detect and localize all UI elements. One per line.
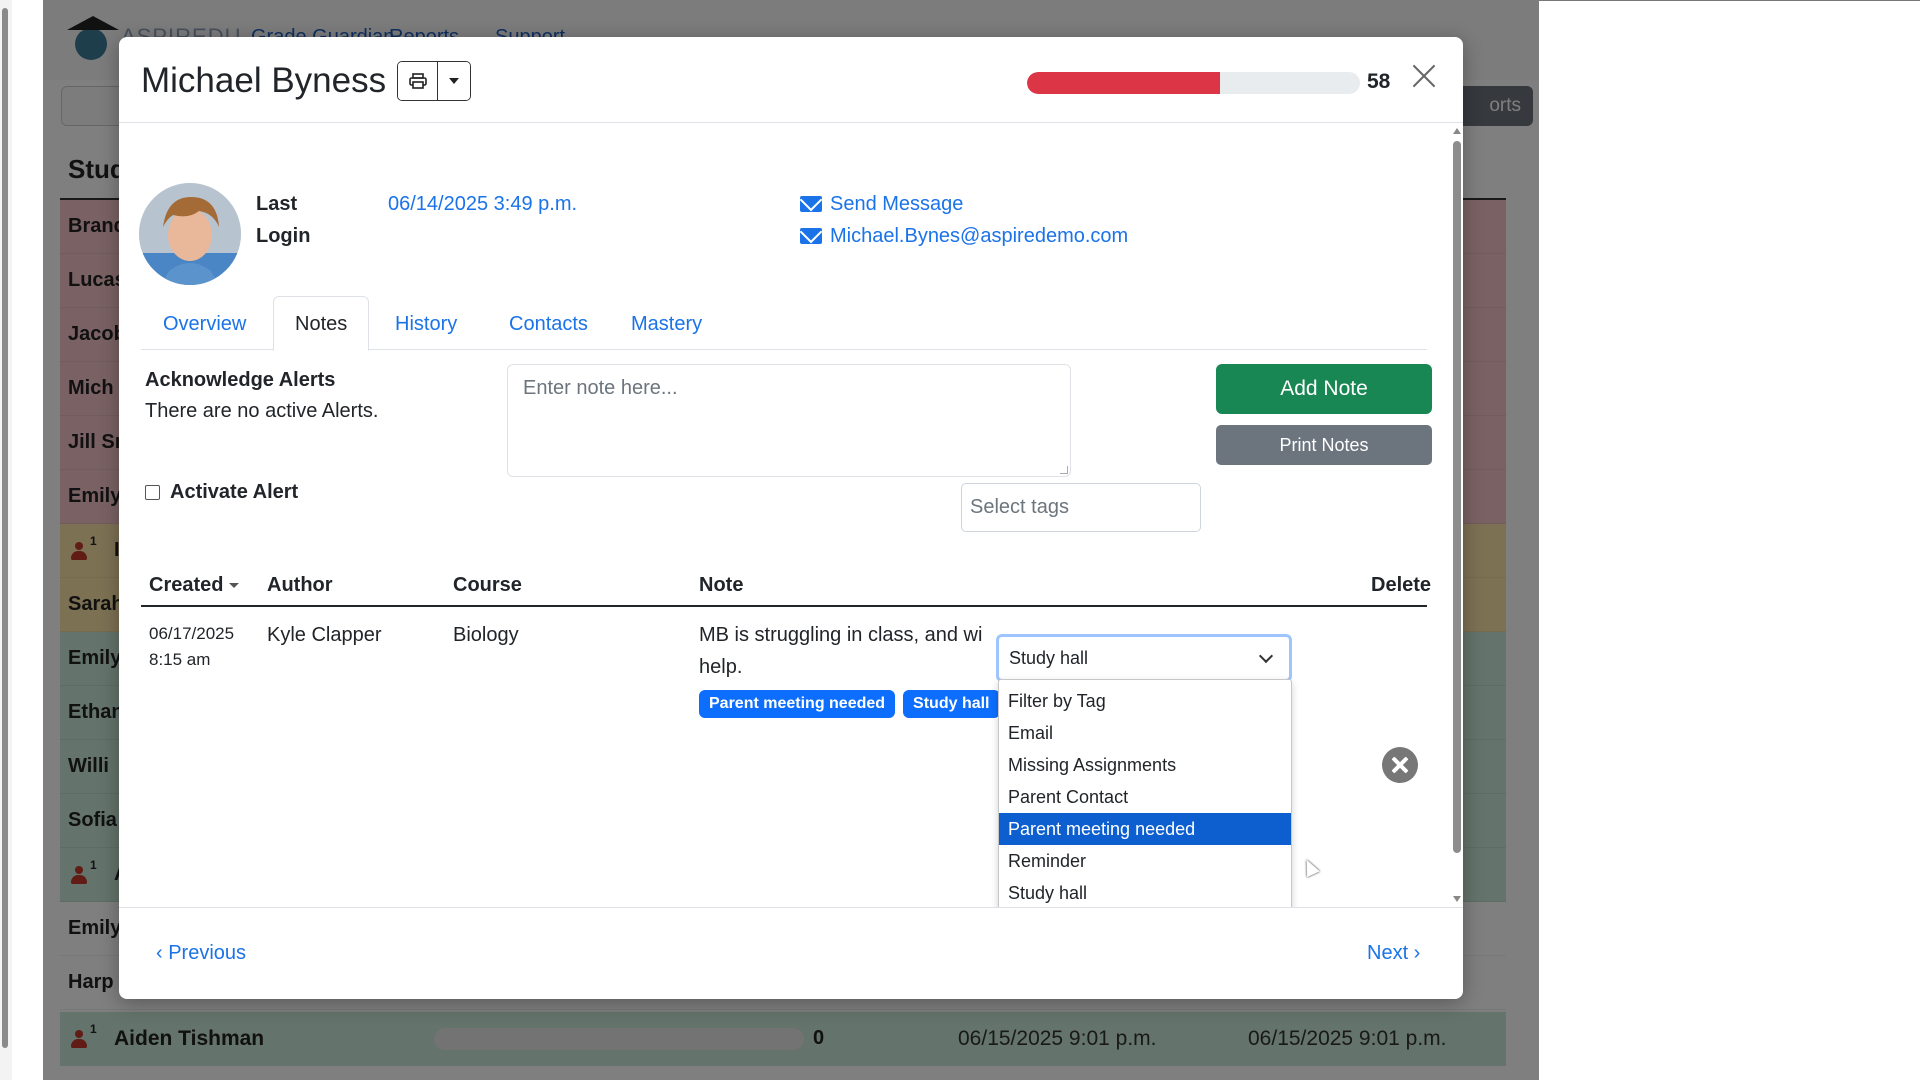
tab-notes[interactable]: Notes bbox=[273, 296, 370, 351]
note-date: 06/17/2025 bbox=[149, 624, 235, 643]
chevron-down-icon bbox=[1258, 648, 1274, 664]
modal-body: Last Login 06/14/2025 3:49 p.m. Send Mes… bbox=[119, 124, 1463, 907]
scroll-up-icon[interactable] bbox=[1453, 128, 1461, 134]
header-created[interactable]: Created bbox=[149, 574, 240, 597]
modal-scrollbar-thumb[interactable] bbox=[1453, 141, 1461, 853]
email-address[interactable]: Michael.Bynes@aspiredemo.com bbox=[830, 220, 1128, 252]
send-message-label[interactable]: Send Message bbox=[830, 188, 963, 220]
tab-history[interactable]: History bbox=[373, 296, 479, 350]
activate-alert-label[interactable]: Activate Alert bbox=[170, 481, 298, 504]
header-note: Note bbox=[699, 574, 744, 596]
page-scrollbar[interactable] bbox=[0, 0, 12, 1080]
tag-badge-study-hall: Study hall bbox=[903, 690, 1000, 718]
filter-option[interactable]: Reminder bbox=[999, 845, 1291, 877]
scroll-down-icon[interactable] bbox=[1453, 896, 1461, 902]
note-placeholder: Enter note here... bbox=[523, 377, 678, 399]
mouse-cursor-icon bbox=[1300, 856, 1320, 878]
note-course: Biology bbox=[453, 624, 519, 646]
select-tags-input[interactable]: Select tags bbox=[961, 483, 1201, 532]
modal-tabs: Overview Notes History Contacts Mastery bbox=[141, 296, 1427, 351]
note-text-line1: MB is struggling in class, and wi bbox=[699, 624, 983, 646]
printer-icon bbox=[408, 73, 427, 89]
filter-option[interactable]: Filter by Tag bbox=[999, 685, 1291, 717]
add-note-button[interactable]: Add Note bbox=[1216, 364, 1432, 414]
modal-title: Michael Byness bbox=[141, 61, 387, 100]
note-time: 8:15 am bbox=[149, 650, 211, 669]
filter-option[interactable]: Study hall bbox=[999, 877, 1291, 907]
filter-by-tag-select[interactable]: Study hall bbox=[996, 634, 1292, 682]
note-text-line2: help. bbox=[699, 656, 743, 678]
acknowledge-alerts-text: There are no active Alerts. bbox=[145, 400, 379, 422]
modal-footer: ‹ Previous Next › bbox=[119, 907, 1463, 999]
tab-mastery[interactable]: Mastery bbox=[609, 296, 724, 350]
modal-scrollbar[interactable] bbox=[1451, 124, 1463, 907]
activate-alert-checkbox[interactable] bbox=[145, 485, 160, 500]
filter-option[interactable]: Parent meeting needed bbox=[999, 813, 1291, 845]
print-button-group bbox=[397, 61, 471, 101]
top-divider bbox=[1539, 0, 1920, 1]
filter-option[interactable]: Email bbox=[999, 717, 1291, 749]
modal-header: Michael Byness 58 bbox=[119, 37, 1463, 123]
delete-note-icon[interactable] bbox=[1382, 747, 1418, 783]
envelope-icon bbox=[800, 196, 822, 212]
resize-handle-icon[interactable] bbox=[1060, 466, 1068, 474]
send-message-link[interactable]: Send Message bbox=[800, 188, 963, 220]
score-value: 58 bbox=[1367, 70, 1391, 93]
previous-link[interactable]: ‹ Previous bbox=[156, 942, 246, 965]
tab-contacts[interactable]: Contacts bbox=[487, 296, 610, 350]
close-icon[interactable] bbox=[1409, 61, 1439, 91]
student-modal: Michael Byness 58 Last Login 06/14/2025 … bbox=[119, 37, 1463, 999]
filter-option[interactable]: Parent Contact bbox=[999, 781, 1291, 813]
email-link[interactable]: Michael.Bynes@aspiredemo.com bbox=[800, 220, 1128, 252]
filter-selected-value: Study hall bbox=[1009, 648, 1089, 668]
score-progress-fill bbox=[1027, 72, 1221, 94]
tab-overview[interactable]: Overview bbox=[141, 296, 268, 350]
header-course: Course bbox=[453, 574, 522, 596]
next-link[interactable]: Next › bbox=[1367, 942, 1420, 965]
last-login-label: Last Login bbox=[256, 193, 311, 247]
print-notes-button[interactable]: Print Notes bbox=[1216, 425, 1432, 465]
print-button[interactable] bbox=[398, 62, 438, 100]
envelope-icon bbox=[800, 228, 822, 244]
score-progress-bar bbox=[1027, 72, 1360, 94]
print-options-dropdown[interactable] bbox=[438, 62, 470, 100]
activate-alert-control[interactable]: Activate Alert bbox=[145, 481, 298, 504]
page-scrollbar-thumb[interactable] bbox=[2, 8, 8, 1048]
note-textarea[interactable]: Enter note here... bbox=[507, 364, 1071, 477]
header-author: Author bbox=[267, 574, 333, 596]
last-login-date: 06/14/2025 3:49 p.m. bbox=[388, 193, 578, 215]
header-delete: Delete bbox=[1371, 574, 1432, 596]
acknowledge-alerts-title: Acknowledge Alerts bbox=[145, 369, 336, 391]
sort-down-icon bbox=[229, 583, 240, 589]
tag-badge-parent-meeting: Parent meeting needed bbox=[699, 690, 896, 718]
filter-dropdown-list: Filter by Tag Email Missing Assignments Par… bbox=[998, 679, 1292, 907]
notes-table-header: Created Author Course Note Delete bbox=[141, 562, 1431, 607]
filter-option[interactable]: Missing Assignments bbox=[999, 749, 1291, 781]
student-avatar bbox=[139, 183, 241, 285]
note-author: Kyle Clapper bbox=[267, 624, 382, 646]
caret-down-icon bbox=[449, 78, 459, 84]
note-tags: Parent meeting needed Study hall bbox=[699, 690, 1008, 718]
